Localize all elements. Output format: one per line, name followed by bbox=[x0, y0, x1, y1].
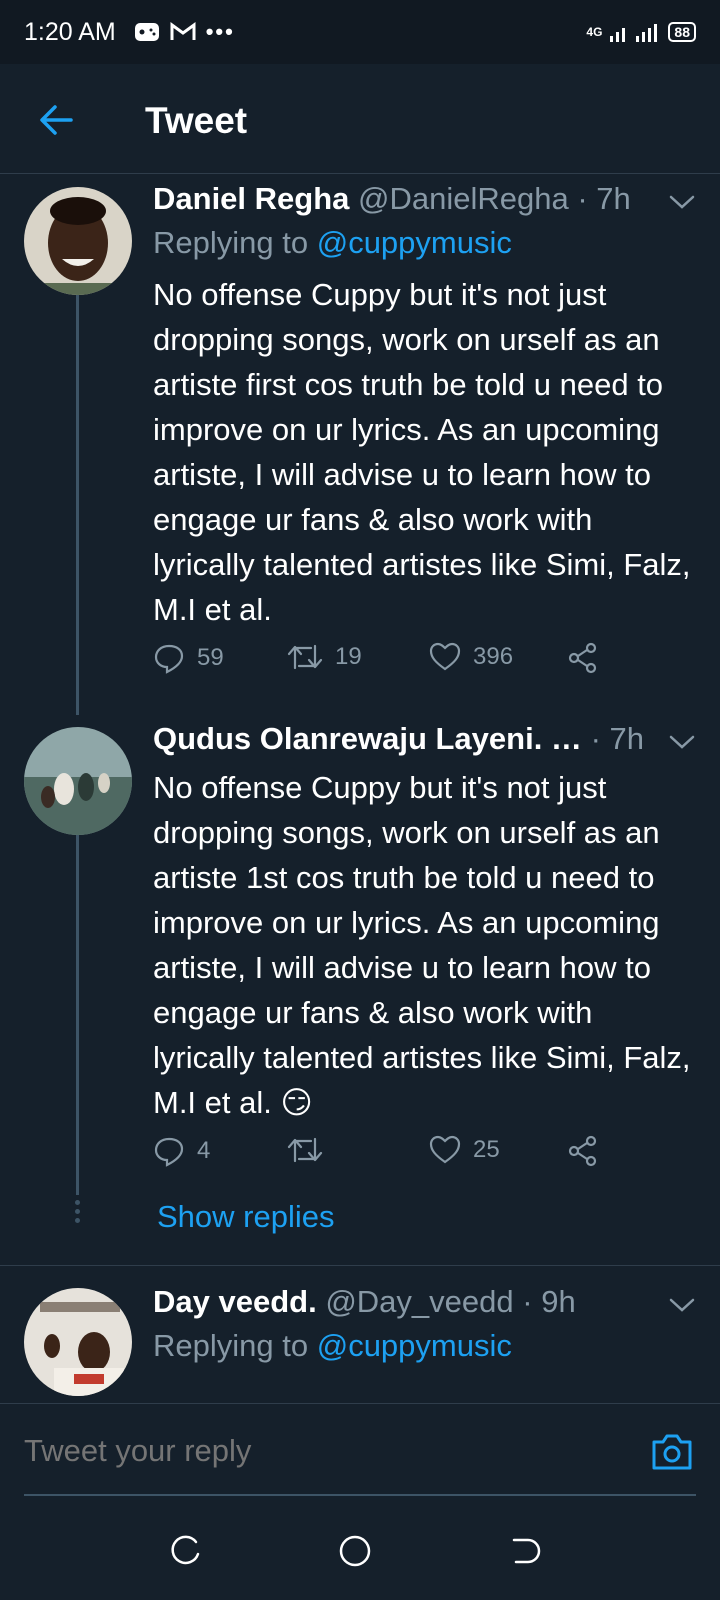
reply-count: 59 bbox=[197, 644, 224, 671]
more-notifications-icon: ••• bbox=[205, 19, 235, 44]
show-replies-link[interactable]: Show replies bbox=[157, 1199, 334, 1235]
battery-indicator: 88 bbox=[668, 22, 696, 42]
replying-to: Replying to @cuppymusic bbox=[153, 225, 512, 261]
share-button[interactable] bbox=[567, 642, 599, 674]
reply-icon bbox=[154, 644, 184, 674]
retweet-icon bbox=[287, 1137, 323, 1163]
tweet-header: Day veedd. @Day_veedd · 9h bbox=[153, 1284, 576, 1320]
replying-prefix: Replying to bbox=[153, 225, 317, 260]
app-header: Tweet bbox=[0, 64, 720, 174]
retweet-button[interactable] bbox=[287, 1135, 335, 1165]
like-button[interactable]: 25 bbox=[429, 1135, 500, 1165]
thread-connector bbox=[76, 295, 79, 715]
heart-icon bbox=[429, 1135, 461, 1164]
avatar-image bbox=[24, 727, 132, 835]
tweet-item[interactable]: Qudus Olanrewaju Layeni. … · 7h No offen… bbox=[0, 715, 720, 1265]
avatar-image bbox=[24, 187, 132, 295]
back-arrow-icon[interactable] bbox=[38, 102, 74, 138]
page-title: Tweet bbox=[145, 100, 248, 141]
tweet-header: Daniel Regha @DanielRegha · 7h bbox=[153, 181, 631, 217]
reply-button[interactable]: 59 bbox=[153, 642, 224, 674]
gmail-icon bbox=[170, 22, 196, 40]
status-right: 4G 88 bbox=[586, 22, 696, 42]
tweet-item[interactable]: Day veedd. @Day_veedd · 9h Replying to @… bbox=[0, 1266, 720, 1403]
share-icon bbox=[568, 642, 597, 674]
status-notification-icons: ••• bbox=[134, 19, 235, 45]
status-bar: 1:20 AM ••• 4G 88 bbox=[0, 0, 720, 64]
like-count: 25 bbox=[473, 1136, 500, 1163]
chevron-down-icon[interactable] bbox=[668, 1296, 696, 1314]
author-name[interactable]: Daniel Regha bbox=[153, 181, 349, 216]
tweet-thread[interactable]: Daniel Regha @DanielRegha · 7h Replying … bbox=[0, 175, 720, 1403]
avatar-image bbox=[24, 1288, 132, 1396]
network-type: 4G bbox=[586, 25, 603, 39]
system-nav-bar bbox=[0, 1498, 720, 1600]
heart-icon bbox=[429, 642, 461, 671]
avatar[interactable] bbox=[24, 1288, 132, 1396]
status-time: 1:20 AM bbox=[24, 17, 116, 46]
retweet-icon bbox=[287, 644, 323, 670]
tweet-text: No offense Cuppy but it's not just dropp… bbox=[153, 277, 691, 627]
reply-button[interactable]: 4 bbox=[153, 1135, 210, 1167]
chevron-down-icon[interactable] bbox=[668, 193, 696, 211]
like-button[interactable]: 396 bbox=[429, 642, 513, 672]
tweet-actions: 59 19 396 bbox=[153, 642, 633, 678]
retweet-button[interactable]: 19 bbox=[287, 642, 362, 672]
share-button[interactable] bbox=[567, 1135, 599, 1167]
mention-link[interactable]: @cuppymusic bbox=[317, 225, 512, 260]
camera-icon[interactable] bbox=[650, 1432, 694, 1472]
reply-composer bbox=[0, 1403, 720, 1498]
reply-icon bbox=[154, 1137, 184, 1167]
tweet-time: · 7h bbox=[590, 721, 644, 756]
avatar[interactable] bbox=[24, 727, 132, 835]
game-controller-icon bbox=[134, 23, 159, 41]
replying-prefix: Replying to bbox=[153, 1328, 317, 1363]
chevron-down-icon[interactable] bbox=[668, 733, 696, 751]
signal-icon bbox=[610, 24, 658, 42]
share-icon bbox=[568, 1135, 597, 1167]
reply-underline bbox=[24, 1494, 696, 1496]
avatar[interactable] bbox=[24, 187, 132, 295]
home-icon[interactable] bbox=[338, 1534, 372, 1568]
tweet-text: No offense Cuppy but it's not just dropp… bbox=[153, 770, 691, 1120]
tweet-item[interactable]: Daniel Regha @DanielRegha · 7h Replying … bbox=[0, 175, 720, 715]
author-handle[interactable]: @DanielRegha bbox=[358, 181, 569, 216]
reply-count: 4 bbox=[197, 1137, 211, 1164]
thread-connector bbox=[76, 835, 79, 1195]
tweet-time: · 7h bbox=[577, 181, 631, 216]
replying-to: Replying to @cuppymusic bbox=[153, 1328, 512, 1364]
recent-apps-icon[interactable] bbox=[168, 1534, 202, 1568]
like-count: 396 bbox=[473, 643, 514, 670]
author-handle[interactable]: @Day_veedd bbox=[325, 1284, 513, 1319]
tweet-time: · 9h bbox=[522, 1284, 576, 1319]
author-name[interactable]: Day veedd. bbox=[153, 1284, 317, 1319]
back-nav-icon[interactable] bbox=[508, 1534, 542, 1568]
reply-input[interactable] bbox=[24, 1426, 644, 1476]
retweet-count: 19 bbox=[335, 643, 362, 670]
tweet-actions: 4 25 bbox=[153, 1135, 633, 1171]
mention-link[interactable]: @cuppymusic bbox=[317, 1328, 512, 1363]
author-name[interactable]: Qudus Olanrewaju Layeni. … bbox=[153, 721, 582, 756]
thread-dots bbox=[75, 1200, 80, 1227]
tweet-header: Qudus Olanrewaju Layeni. … · 7h bbox=[153, 721, 644, 757]
